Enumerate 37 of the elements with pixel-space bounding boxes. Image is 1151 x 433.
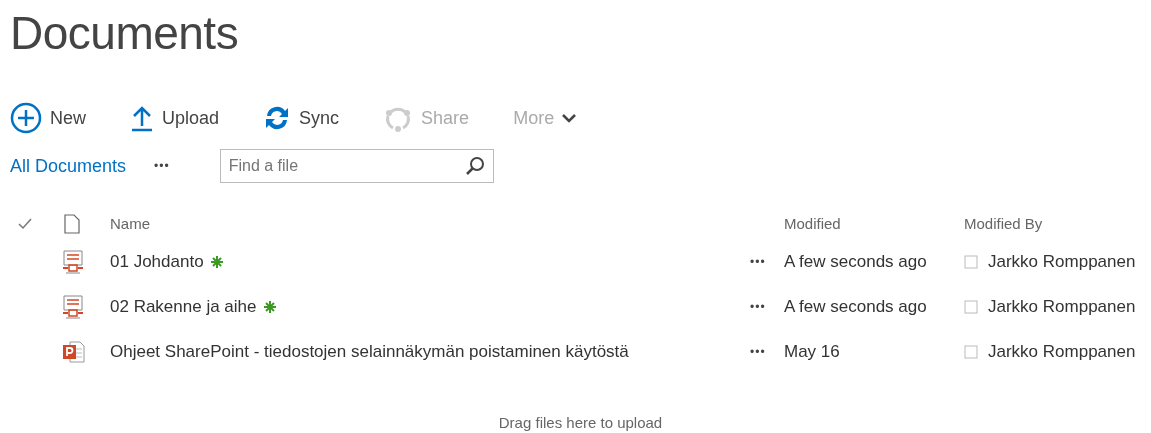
new-badge-icon	[262, 299, 277, 314]
view-link[interactable]: All Documents	[10, 152, 127, 180]
more-options-button[interactable]: •••	[750, 252, 766, 271]
presence-icon	[964, 299, 978, 314]
command-button[interactable]: Upload	[130, 104, 220, 133]
command-button[interactable]: Sync	[263, 104, 340, 133]
presence-icon	[964, 344, 978, 359]
column-header[interactable]: Modified	[784, 212, 841, 236]
file-link[interactable]: 02 Rakenne ja aihe	[110, 293, 257, 320]
presence-icon	[964, 254, 978, 269]
more-options-button[interactable]: •••	[750, 342, 766, 361]
pdf-file-icon	[62, 294, 84, 319]
person-link[interactable]: Jarkko Romppanen	[988, 248, 1136, 275]
pdf-file-icon	[62, 249, 84, 274]
column-header[interactable]: Modified By	[964, 212, 1043, 236]
person-link[interactable]: Jarkko Romppanen	[988, 293, 1136, 320]
new-badge-icon	[209, 254, 224, 269]
table-cell-text: May 16	[784, 340, 840, 363]
more-options-button[interactable]: •••	[154, 157, 170, 176]
chevron-down-icon	[562, 113, 577, 124]
document-icon	[64, 214, 80, 235]
search-icon	[464, 156, 485, 177]
table-cell-text: A few seconds ago	[784, 295, 927, 318]
upload-icon	[130, 104, 154, 133]
command-button[interactable]: New	[10, 102, 86, 135]
search-field[interactable]: Find a file	[219, 149, 494, 184]
add-icon	[10, 102, 42, 135]
file-link[interactable]: Ohjeet SharePoint - tiedostojen selainnäkymän poistaminen käytöstä	[110, 338, 629, 365]
column-header[interactable]: Name	[110, 212, 150, 236]
presentation-file-icon	[62, 339, 86, 364]
drop-hint: Drag files here to upload	[498, 414, 663, 432]
checkmark-icon	[18, 218, 32, 231]
more-options-button[interactable]: •••	[750, 297, 766, 316]
table-cell-text: A few seconds ago	[784, 250, 927, 273]
page-title: Documents	[10, 6, 240, 61]
file-link[interactable]: 01 Johdanto	[110, 248, 204, 275]
person-link[interactable]: Jarkko Romppanen	[988, 338, 1136, 365]
